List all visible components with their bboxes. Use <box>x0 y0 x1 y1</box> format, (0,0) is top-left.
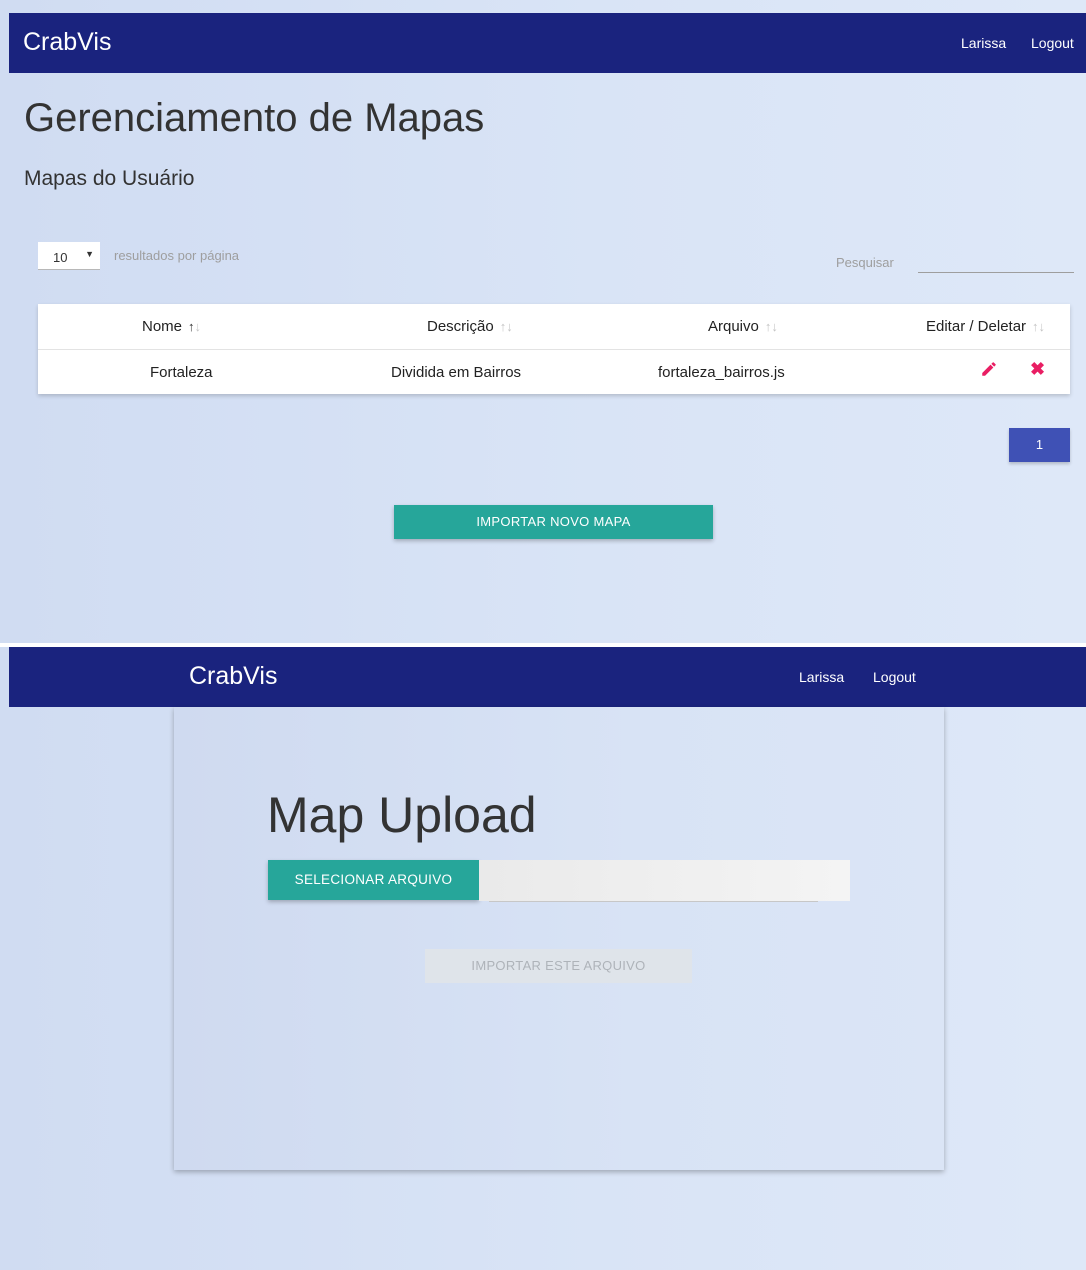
nav-logout-link[interactable]: Logout <box>1031 35 1074 51</box>
upload-card: Map Upload SELECIONAR ARQUIVO IMPORTAR E… <box>174 707 944 1170</box>
page-length-select[interactable]: 10 ▼ <box>38 242 100 270</box>
upload-title: Map Upload <box>267 787 537 843</box>
nav-user-link[interactable]: Larissa <box>961 35 1006 51</box>
cell-descricao: Dividida em Bairros <box>391 364 522 381</box>
search-input[interactable] <box>918 250 1074 273</box>
column-header-label: Descrição <box>427 318 494 335</box>
navbar: CrabVis Larissa Logout <box>9 647 1086 707</box>
column-header-label: Nome <box>142 318 183 335</box>
nav-user-link[interactable]: Larissa <box>799 669 844 685</box>
page-length-label: resultados por página <box>114 248 240 263</box>
cell-arquivo: fortaleza_bairros.js <box>658 364 785 381</box>
column-header-editar-deletar[interactable]: Editar / Deletar ↑↓ <box>926 318 1045 335</box>
column-header-label: Editar / Deletar <box>926 318 1027 335</box>
brand-logo[interactable]: CrabVis <box>23 28 111 57</box>
column-header-arquivo[interactable]: Arquivo ↑↓ <box>708 318 778 335</box>
sort-icon: ↑↓ <box>1032 319 1046 334</box>
select-file-button[interactable]: SELECIONAR ARQUIVO <box>268 860 479 900</box>
dropdown-arrow-icon: ▼ <box>85 249 94 259</box>
import-new-map-button[interactable]: IMPORTAR NOVO MAPA <box>394 505 713 539</box>
sort-icon: ↑↓ <box>764 319 778 334</box>
file-path-wrapper <box>479 860 850 902</box>
brand-logo[interactable]: CrabVis <box>189 662 277 691</box>
import-file-button[interactable]: IMPORTAR ESTE ARQUIVO <box>425 949 692 983</box>
divider <box>38 349 1070 350</box>
sort-icon: ↑↓ <box>499 319 513 334</box>
column-header-nome[interactable]: Nome ↑↓ <box>142 318 201 335</box>
column-header-descricao[interactable]: Descrição ↑↓ <box>427 318 513 335</box>
cell-nome: Fortaleza <box>150 364 213 381</box>
file-path-input[interactable] <box>489 860 818 902</box>
page-title: Gerenciamento de Mapas <box>24 96 485 140</box>
maps-table: Nome ↑↓ Descrição ↑↓ Arquivo ↑↓ Editar / De… <box>38 304 1070 394</box>
edit-pencil-icon[interactable] <box>980 360 998 378</box>
column-header-label: Arquivo <box>708 318 759 335</box>
pagination-page-button[interactable]: 1 <box>1009 428 1070 462</box>
nav-logout-link[interactable]: Logout <box>873 669 916 685</box>
navbar: CrabVis Larissa Logout <box>9 13 1086 73</box>
section-title: Mapas do Usuário <box>24 167 195 190</box>
page-length-value: 10 <box>53 250 68 265</box>
map-upload-screen: CrabVis Larissa Logout Map Upload SELECI… <box>0 647 1086 1270</box>
search-label: Pesquisar <box>836 255 894 270</box>
maps-management-screen: CrabVis Larissa Logout Gerenciamento de … <box>0 0 1086 643</box>
delete-icon[interactable]: ✖ <box>1030 359 1045 380</box>
sort-icon: ↑↓ <box>188 319 202 334</box>
